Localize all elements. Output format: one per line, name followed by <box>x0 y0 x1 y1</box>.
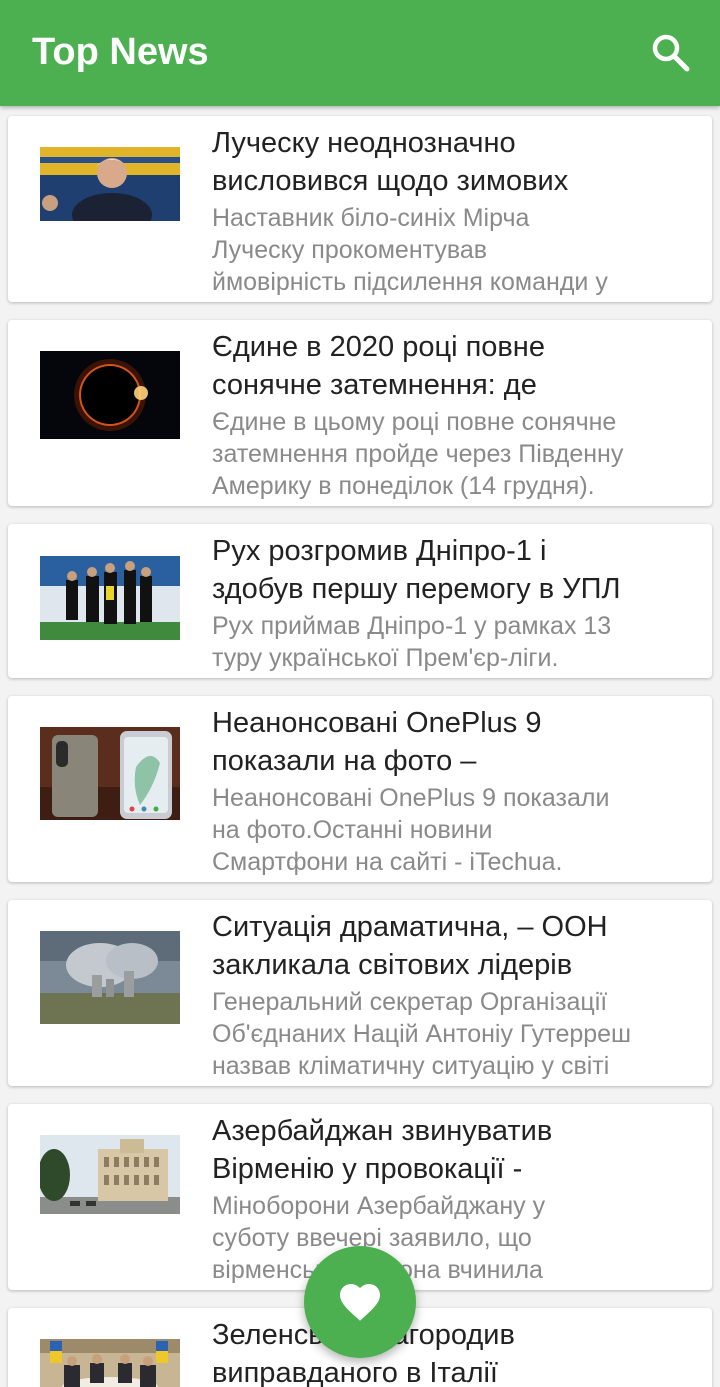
news-description-line: Генеральний секретар Організації <box>212 988 608 1016</box>
news-title-line-2: виправданого в Італії <box>212 1357 498 1387</box>
heart-icon <box>340 1284 380 1321</box>
news-description-line: Єдине в цьому році повне сонячне <box>212 408 617 436</box>
news-title-line-1: Луческу неоднозначно <box>212 127 516 159</box>
news-description-line: Неанонсовані OnePlus 9 показали <box>212 784 610 812</box>
news-title-line-2: висловився щодо зимових <box>212 165 569 197</box>
news-description-line: Наставник біло-синіх Мірча <box>212 204 530 232</box>
news-description-line: туру української Прем'єр-ліги. <box>212 644 559 672</box>
oneplus-phones-photo <box>40 727 180 820</box>
solar-eclipse-photo <box>40 351 180 439</box>
search-icon[interactable] <box>648 30 692 74</box>
news-card[interactable]: Єдине в 2020 році повне сонячне затемнен… <box>8 320 712 506</box>
app-title: Top News <box>32 31 209 73</box>
coach-photo <box>40 147 180 221</box>
news-description-line: суботу ввечері заявило, що <box>212 1224 532 1252</box>
news-title-line-1: Ситуація драматична, – ООН <box>212 911 608 943</box>
news-description-line: ймовірність підсилення команди у <box>212 268 608 296</box>
government-building-photo <box>40 1135 180 1214</box>
news-description-line: Луческу прокоментував <box>212 236 488 264</box>
news-list[interactable]: Луческу неоднозначно висловився щодо зим… <box>0 106 720 1387</box>
news-title-line-1: Рух розгромив Дніпро-1 і <box>212 535 547 567</box>
news-card[interactable]: Рух розгромив Дніпро-1 і здобув першу пе… <box>8 524 712 678</box>
news-description-line: вірменська сторона вчинила <box>212 1256 543 1284</box>
news-description-line: Америку в понеділок (14 грудня). <box>212 472 595 500</box>
meeting-photo <box>40 1339 180 1387</box>
news-card[interactable]: Неанонсовані OnePlus 9 показали на фото … <box>8 696 712 882</box>
news-description-line: Рух приймав Дніпро-1 у рамках 13 <box>212 612 612 640</box>
news-description-line: Об'єднаних Націй Антоніу Гутерреш <box>212 1020 632 1048</box>
football-team-photo <box>40 556 180 640</box>
news-description-line: назвав кліматичну ситуацію у світі <box>212 1052 610 1080</box>
news-title-line-2: закликала світових лідерів <box>212 949 573 981</box>
news-title-line-1: Азербайджан звинуватив <box>212 1115 553 1147</box>
news-title-line-2: показали на фото – <box>212 745 477 777</box>
news-title-line-2: здобув першу перемогу в УПЛ <box>212 573 621 605</box>
news-title-line-1: Неанонсовані OnePlus 9 <box>212 707 542 739</box>
news-description-line: на фото.Останні новини <box>212 816 493 844</box>
news-description-line: Міноборони Азербайджану у <box>212 1192 546 1220</box>
news-description-line: Смартфони на сайті - iTechua. <box>212 848 563 876</box>
favorites-fab-button[interactable] <box>304 1246 416 1358</box>
news-title-line-2: сонячне затемнення: де <box>212 369 537 401</box>
news-card[interactable]: Ситуація драматична, – ООН закликала сві… <box>8 900 712 1086</box>
news-card[interactable]: Луческу неоднозначно висловився щодо зим… <box>8 116 712 302</box>
app-bar: Top News <box>0 0 720 106</box>
news-title-line-1: Зеленський нагородив <box>212 1319 515 1351</box>
news-title-line-1: Єдине в 2020 році повне <box>212 331 545 363</box>
news-title-line-2: Вірменію у провокації - <box>212 1153 523 1185</box>
news-description-line: затемнення пройде через Південну <box>212 440 624 468</box>
power-plant-smoke-photo <box>40 931 180 1024</box>
